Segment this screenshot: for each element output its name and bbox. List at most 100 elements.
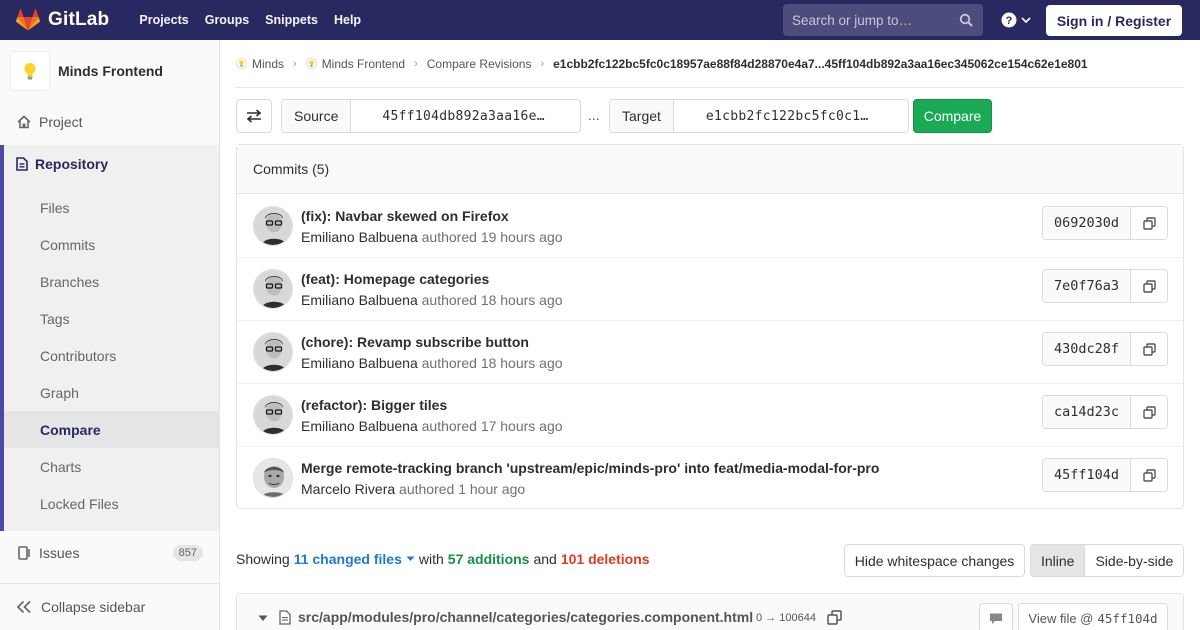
sign-in-button[interactable]: Sign in / Register bbox=[1046, 5, 1182, 36]
file-mode: 0 → 100644 bbox=[756, 612, 816, 624]
copy-sha-button[interactable] bbox=[1131, 270, 1167, 302]
copy-icon bbox=[1142, 342, 1156, 356]
copy-sha-button[interactable] bbox=[1131, 459, 1167, 491]
svg-text:?: ? bbox=[1006, 15, 1013, 27]
commit-sha[interactable]: 7e0f76a3 bbox=[1043, 270, 1131, 302]
copy-sha-button[interactable] bbox=[1131, 207, 1167, 239]
target-label: Target bbox=[610, 100, 674, 132]
sidebar-subitem-commits[interactable]: Commits bbox=[4, 226, 219, 263]
commits-panel: Commits (5) (fix): Navbar skewed on Fire… bbox=[236, 144, 1184, 509]
collapse-sidebar-label: Collapse sidebar bbox=[41, 599, 146, 615]
commit-sha-group: 430dc28f bbox=[1042, 332, 1168, 366]
commit-author[interactable]: Emiliano Balbuena bbox=[301, 355, 418, 371]
caret-down-icon[interactable] bbox=[258, 615, 268, 622]
sidebar-item-repository[interactable]: Repository bbox=[16, 156, 108, 172]
view-file-button[interactable]: View file @ 45ff104d bbox=[1018, 603, 1168, 630]
sidebar-project-header[interactable]: Minds Frontend bbox=[0, 40, 219, 101]
file-path[interactable]: src/app/modules/pro/channel/categories/c… bbox=[298, 609, 753, 625]
collapse-sidebar-button[interactable]: Collapse sidebar bbox=[0, 583, 219, 630]
issues-icon bbox=[16, 546, 32, 560]
chevron-right-icon: › bbox=[540, 57, 545, 70]
summary-with: with bbox=[418, 551, 444, 567]
lightbulb-icon bbox=[305, 58, 317, 69]
chevron-right-icon: › bbox=[293, 57, 297, 70]
side-by-side-view-button[interactable]: Side-by-side bbox=[1085, 545, 1184, 576]
brand-name: GitLab bbox=[48, 9, 110, 30]
commit-sha[interactable]: 0692030d bbox=[1043, 207, 1131, 239]
copy-sha-button[interactable] bbox=[1131, 396, 1167, 428]
commit-author[interactable]: Emiliano Balbuena bbox=[301, 418, 418, 434]
sidebar-subitem-contributors[interactable]: Contributors bbox=[4, 337, 219, 374]
search-input[interactable]: Search or jump to… bbox=[783, 4, 983, 36]
copy-path-button[interactable] bbox=[827, 610, 842, 625]
sidebar-subitem-locked-files[interactable]: Locked Files bbox=[4, 485, 219, 522]
commit-author[interactable]: Emiliano Balbuena bbox=[301, 229, 418, 245]
sidebar-subitem-charts[interactable]: Charts bbox=[4, 448, 219, 485]
avatar[interactable] bbox=[253, 269, 293, 309]
commit-title[interactable]: (chore): Revamp subscribe button bbox=[301, 334, 529, 350]
nav-links: Projects Groups Snippets Help bbox=[131, 0, 369, 40]
changed-files-dropdown[interactable]: 11 changed files bbox=[294, 551, 415, 567]
nav-link-snippets[interactable]: Snippets bbox=[257, 0, 326, 40]
commit-action: authored bbox=[421, 229, 477, 245]
commit-author[interactable]: Marcelo Rivera bbox=[301, 481, 395, 497]
sidebar-item-project[interactable]: Project bbox=[0, 102, 219, 142]
copy-icon bbox=[1142, 468, 1156, 482]
source-ref-value[interactable]: 45ff104db892a3aa16e… bbox=[351, 100, 559, 132]
commit-meta: Emiliano Balbuena authored 18 hours ago bbox=[301, 355, 563, 371]
commit-time: 1 hour ago bbox=[458, 481, 526, 497]
lightbulb-icon bbox=[23, 62, 37, 80]
nav-link-groups[interactable]: Groups bbox=[197, 0, 257, 40]
avatar[interactable] bbox=[253, 332, 293, 372]
search-placeholder: Search or jump to… bbox=[792, 12, 913, 28]
revision-separator: ... bbox=[588, 107, 600, 123]
help-dropdown[interactable]: ? bbox=[1001, 12, 1031, 28]
nav-link-projects[interactable]: Projects bbox=[131, 0, 196, 40]
sidebar-item-issues[interactable]: Issues 857 bbox=[0, 533, 219, 573]
commit-title[interactable]: Merge remote-tracking branch 'upstream/e… bbox=[301, 460, 879, 476]
breadcrumb-item-minds[interactable]: Minds bbox=[236, 57, 284, 71]
sidebar-item-label: Repository bbox=[35, 156, 109, 172]
view-file-sha: 45ff104d bbox=[1097, 610, 1158, 626]
sidebar-subitem-graph[interactable]: Graph bbox=[4, 374, 219, 411]
sidebar: Minds Frontend Project Repository Files … bbox=[0, 40, 220, 630]
compare-button[interactable]: Compare bbox=[913, 99, 992, 133]
swap-revisions-button[interactable] bbox=[236, 99, 272, 133]
commit-title[interactable]: (feat): Homepage categories bbox=[301, 271, 489, 287]
sidebar-subitem-branches[interactable]: Branches bbox=[4, 263, 219, 300]
avatar[interactable] bbox=[253, 458, 293, 498]
gitlab-brand[interactable]: GitLab bbox=[16, 0, 109, 40]
target-ref-selector[interactable]: Target e1cbb2fc122bc5fc0c1… bbox=[609, 99, 909, 133]
diff-file-header: src/app/modules/pro/channel/categories/c… bbox=[236, 593, 1184, 630]
avatar[interactable] bbox=[253, 206, 293, 246]
commit-sha[interactable]: 45ff104d bbox=[1043, 459, 1131, 491]
question-circle-icon: ? bbox=[1001, 12, 1017, 28]
commit-author[interactable]: Emiliano Balbuena bbox=[301, 292, 418, 308]
commit-action: authored bbox=[399, 481, 455, 497]
gitlab-logo-icon bbox=[16, 9, 40, 31]
sidebar-section-repository: Repository Files Commits Branches Tags C… bbox=[0, 145, 219, 531]
commit-time: 18 hours ago bbox=[480, 292, 563, 308]
breadcrumb-item-compare-revisions[interactable]: Compare Revisions bbox=[427, 57, 532, 71]
commit-sha[interactable]: ca14d23c bbox=[1043, 396, 1131, 428]
target-ref-value[interactable]: e1cbb2fc122bc5fc0c1… bbox=[674, 100, 883, 132]
avatar[interactable] bbox=[253, 395, 293, 435]
commit-row: (feat): Homepage categories Emiliano Bal… bbox=[237, 258, 1183, 321]
inline-view-button[interactable]: Inline bbox=[1031, 545, 1086, 576]
commit-sha[interactable]: 430dc28f bbox=[1043, 333, 1131, 365]
sidebar-item-label: Project bbox=[39, 114, 83, 130]
commit-sha-group: 0692030d bbox=[1042, 206, 1168, 240]
toggle-comments-button[interactable] bbox=[979, 603, 1013, 630]
copy-sha-button[interactable] bbox=[1131, 333, 1167, 365]
commit-title[interactable]: (fix): Navbar skewed on Firefox bbox=[301, 208, 509, 224]
nav-link-help[interactable]: Help bbox=[326, 0, 369, 40]
commit-title[interactable]: (refactor): Bigger tiles bbox=[301, 397, 447, 413]
source-ref-selector[interactable]: Source 45ff104db892a3aa16e… bbox=[281, 99, 581, 133]
sidebar-subitem-files[interactable]: Files bbox=[4, 189, 219, 226]
breadcrumb-item-current[interactable]: e1cbb2fc122bc5fc0c18957ae88f84d28870e4a7… bbox=[553, 57, 1087, 71]
breadcrumb-item-minds-frontend[interactable]: Minds Frontend bbox=[305, 57, 405, 71]
hide-whitespace-button[interactable]: Hide whitespace changes bbox=[844, 544, 1025, 577]
issues-count-badge: 857 bbox=[172, 545, 203, 561]
sidebar-subitem-tags[interactable]: Tags bbox=[4, 300, 219, 337]
sidebar-subitem-compare[interactable]: Compare bbox=[4, 411, 219, 448]
